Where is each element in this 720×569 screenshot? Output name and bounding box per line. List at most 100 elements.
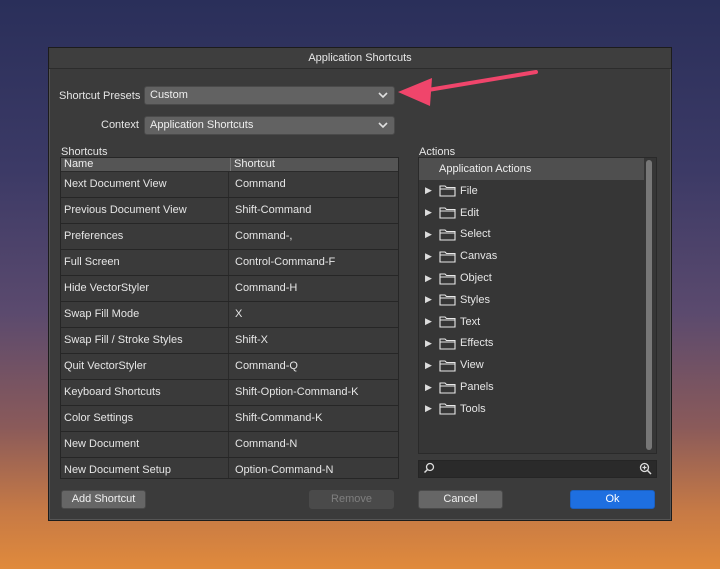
folder-icon (439, 338, 456, 350)
disclosure-triangle-icon[interactable]: ▶ (425, 273, 439, 284)
annotation-arrow-icon (398, 70, 538, 106)
actions-tree-item-label: Text (460, 315, 481, 328)
table-row[interactable]: Swap Fill Mode X (61, 302, 398, 328)
folder-icon (439, 229, 456, 241)
shortcut-key-cell[interactable]: Command-H (229, 276, 398, 301)
actions-tree-item[interactable]: ▶ Styles (419, 289, 656, 311)
actions-tree-item[interactable]: ▶ Edit (419, 202, 656, 224)
actions-scrollbar[interactable] (646, 160, 652, 450)
shortcut-name-cell: Preferences (61, 224, 229, 249)
disclosure-triangle-icon[interactable]: ▶ (425, 294, 439, 305)
disclosure-triangle-icon[interactable]: ▶ (425, 185, 439, 196)
shortcut-name-cell: Previous Document View (61, 198, 229, 223)
shortcut-presets-select[interactable]: Custom (144, 86, 395, 105)
search-icon (423, 462, 435, 477)
folder-icon (439, 316, 456, 328)
table-row[interactable]: Next Document View Command (61, 172, 398, 198)
actions-tree-item[interactable]: ▶ Text (419, 311, 656, 333)
disclosure-triangle-icon[interactable]: ▶ (425, 251, 439, 262)
disclosure-triangle-icon[interactable]: ▶ (425, 207, 439, 218)
folder-icon (439, 207, 456, 219)
actions-tree-item[interactable]: ▶ File (419, 180, 656, 202)
shortcut-name-cell: Quit VectorStyler (61, 354, 229, 379)
cancel-button[interactable]: Cancel (418, 490, 503, 509)
shortcut-name-cell: Next Document View (61, 172, 229, 197)
shortcut-key-cell[interactable]: Shift-Option-Command-K (229, 380, 398, 405)
shortcut-key-cell[interactable]: Control-Command-F (229, 250, 398, 275)
actions-tree-item-label: View (460, 359, 484, 372)
column-header-name[interactable]: Name (61, 158, 231, 171)
table-row[interactable]: Keyboard Shortcuts Shift-Option-Command-K (61, 380, 398, 406)
remove-button[interactable]: Remove (309, 490, 394, 509)
table-row[interactable]: Full Screen Control-Command-F (61, 250, 398, 276)
actions-tree-item-label: Select (460, 228, 491, 241)
disclosure-triangle-icon[interactable]: ▶ (425, 316, 439, 327)
table-row[interactable]: Quit VectorStyler Command-Q (61, 354, 398, 380)
shortcut-key-cell[interactable]: Shift-X (229, 328, 398, 353)
table-row[interactable]: New Document Setup Option-Command-N (61, 458, 398, 478)
shortcut-key-cell[interactable]: X (229, 302, 398, 327)
shortcut-name-cell: Color Settings (61, 406, 229, 431)
table-row[interactable]: Hide VectorStyler Command-H (61, 276, 398, 302)
actions-tree-item-label: File (460, 184, 478, 197)
folder-icon (439, 273, 456, 285)
actions-tree-item[interactable]: ▶ Canvas (419, 245, 656, 267)
actions-tree-item[interactable]: ▶ Tools (419, 398, 656, 420)
table-row[interactable]: Preferences Command-, (61, 224, 398, 250)
disclosure-triangle-icon[interactable]: ▶ (425, 382, 439, 393)
actions-tree-item[interactable]: ▶ Panels (419, 376, 656, 398)
shortcut-name-cell: New Document (61, 432, 229, 457)
actions-tree-header[interactable]: Application Actions (419, 158, 644, 180)
column-header-shortcut[interactable]: Shortcut (231, 158, 275, 171)
zoom-search-icon[interactable] (639, 462, 652, 478)
ok-button[interactable]: Ok (570, 490, 655, 509)
folder-icon (439, 294, 456, 306)
table-row[interactable]: New Document Command-N (61, 432, 398, 458)
shortcut-key-cell[interactable]: Option-Command-N (229, 458, 398, 478)
folder-icon (439, 382, 456, 394)
context-select[interactable]: Application Shortcuts (144, 116, 395, 135)
shortcuts-table-header: Name Shortcut (61, 158, 398, 172)
shortcut-name-cell: Swap Fill / Stroke Styles (61, 328, 229, 353)
actions-tree-item[interactable]: ▶ Select (419, 224, 656, 246)
actions-tree-item[interactable]: ▶ View (419, 354, 656, 376)
dialog-title: Application Shortcuts (49, 48, 671, 69)
shortcut-key-cell[interactable]: Command-N (229, 432, 398, 457)
disclosure-triangle-icon[interactable]: ▶ (425, 338, 439, 349)
actions-tree-item-label: Edit (460, 206, 479, 219)
shortcut-name-cell: New Document Setup (61, 458, 229, 478)
table-row[interactable]: Previous Document View Shift-Command (61, 198, 398, 224)
shortcut-key-cell[interactable]: Shift-Command-K (229, 406, 398, 431)
actions-tree: Application Actions ▶ File ▶ Edit ▶ Select ▶ Ca… (418, 157, 657, 454)
disclosure-triangle-icon[interactable]: ▶ (425, 360, 439, 371)
actions-tree-item-label: Tools (460, 402, 486, 415)
shortcut-key-cell[interactable]: Shift-Command (229, 198, 398, 223)
shortcut-key-cell[interactable]: Command-Q (229, 354, 398, 379)
actions-tree-item-label: Styles (460, 293, 490, 306)
actions-tree-item-label: Panels (460, 381, 494, 394)
table-row[interactable]: Swap Fill / Stroke Styles Shift-X (61, 328, 398, 354)
shortcut-name-cell: Full Screen (61, 250, 229, 275)
actions-tree-item-label: Effects (460, 337, 494, 350)
chevron-down-icon (377, 87, 389, 110)
add-shortcut-button[interactable]: Add Shortcut (61, 490, 146, 509)
shortcut-key-cell[interactable]: Command-, (229, 224, 398, 249)
disclosure-triangle-icon[interactable]: ▶ (425, 403, 439, 414)
folder-icon (439, 251, 456, 263)
shortcuts-table: Name Shortcut Next Document View Command P… (60, 157, 399, 479)
actions-tree-item[interactable]: ▶ Effects (419, 333, 656, 355)
folder-icon (439, 360, 456, 372)
actions-search-field[interactable] (418, 460, 657, 478)
shortcut-name-cell: Hide VectorStyler (61, 276, 229, 301)
shortcut-name-cell: Keyboard Shortcuts (61, 380, 229, 405)
shortcut-name-cell: Swap Fill Mode (61, 302, 229, 327)
shortcut-key-cell[interactable]: Command (229, 172, 398, 197)
context-value: Application Shortcuts (150, 119, 254, 131)
disclosure-triangle-icon[interactable]: ▶ (425, 229, 439, 240)
actions-tree-item[interactable]: ▶ Object (419, 267, 656, 289)
actions-tree-item-label: Object (460, 272, 492, 285)
table-row[interactable]: Color Settings Shift-Command-K (61, 406, 398, 432)
actions-tree-item-label: Canvas (460, 250, 498, 263)
shortcut-presets-value: Custom (150, 89, 188, 101)
folder-icon (439, 403, 456, 415)
